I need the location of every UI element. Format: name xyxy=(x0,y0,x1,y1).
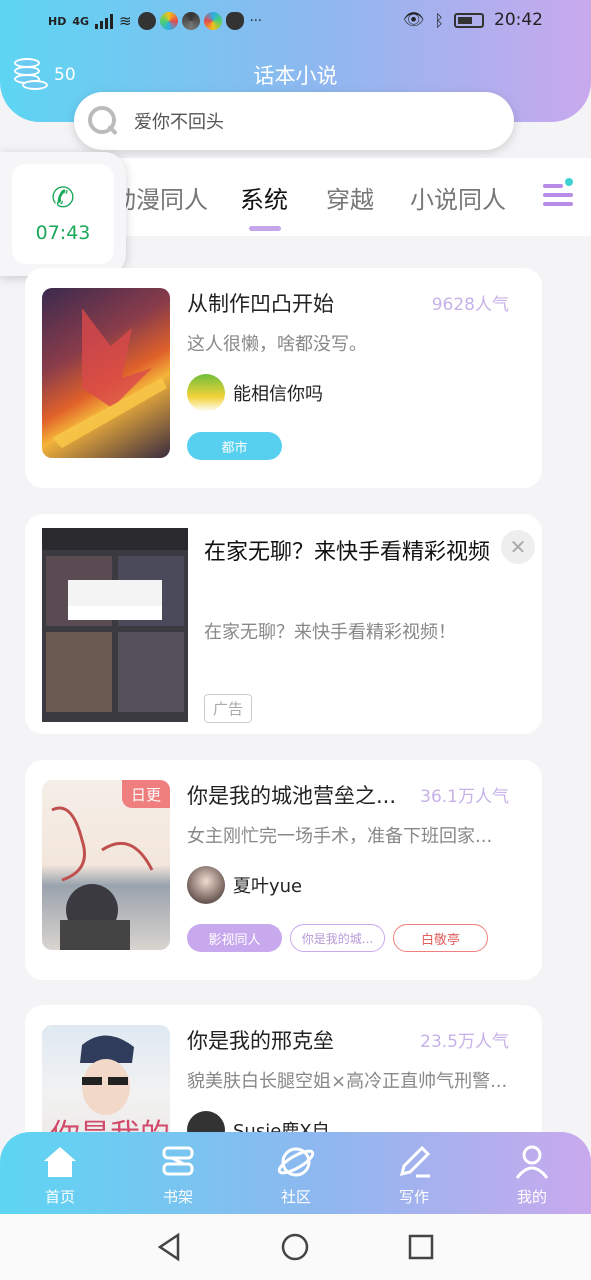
tab-time-travel[interactable]: 穿越 xyxy=(326,180,374,215)
clock: 20:42 xyxy=(494,10,543,30)
pen-icon xyxy=(399,1145,431,1178)
tag[interactable]: 都市 xyxy=(187,432,282,460)
tag[interactable]: 你是我的城... xyxy=(290,924,385,952)
ad-card[interactable]: 在家无聊？来快手看精彩视频 在家无聊？来快手看精彩视频！ 广告 ✕ xyxy=(25,514,542,734)
home-icon xyxy=(44,1147,76,1177)
book-title: 你是我的邢克垒 xyxy=(187,1029,334,1053)
book-card[interactable]: 从制作凹凸开始 9628人气 这人很懒，啥都没写。 能相信你吗 都市 xyxy=(25,268,542,488)
search-icon xyxy=(86,104,120,138)
app-notification-icons xyxy=(137,12,244,30)
home-circle-icon[interactable] xyxy=(280,1232,310,1262)
app-title: 话本小说 xyxy=(253,64,338,88)
search-placeholder: 爱你不回头 xyxy=(134,112,224,133)
book-card[interactable]: 日更 你是我的城池营垒之... 36.1万人气 女主刚忙完一场手术，准备下班回家… xyxy=(25,760,542,980)
book-title: 你是我的城池营垒之... xyxy=(187,784,397,808)
tab-novel-fanfic[interactable]: 小说同人 xyxy=(410,180,506,215)
nav-home-label: 首页 xyxy=(44,1188,75,1206)
status-bar: HD 4G ≋ ··· 👁 ᛒ 20:42 xyxy=(0,0,591,44)
hd-indicator: HD xyxy=(48,14,67,28)
search-bar[interactable]: 爱你不回头 xyxy=(74,92,514,150)
bluetooth-icon: ᛒ xyxy=(434,10,444,30)
book-popularity: 36.1万人气 xyxy=(420,787,509,807)
bookshelf-icon xyxy=(162,1146,194,1176)
close-icon[interactable]: ✕ xyxy=(501,530,535,564)
book-title: 从制作凹凸开始 xyxy=(187,292,334,316)
recents-icon[interactable] xyxy=(406,1232,436,1262)
phone-icon: ✆ xyxy=(51,181,75,214)
ad-title: 在家无聊？来快手看精彩视频 xyxy=(204,540,491,565)
book-description: 女主刚忙完一场手术，准备下班回家... xyxy=(187,826,493,847)
book-author[interactable]: 能相信你吗 xyxy=(187,374,323,412)
nav-profile[interactable]: 我的 xyxy=(487,1142,577,1207)
author-name: 能相信你吗 xyxy=(233,384,323,405)
system-navigation-bar xyxy=(0,1214,591,1280)
active-tab-indicator xyxy=(249,226,281,231)
floating-call-widget[interactable]: ✆ 07:43 xyxy=(0,152,126,276)
nav-writing-label: 写作 xyxy=(398,1188,429,1206)
tab-anime-fanfic[interactable]: 动漫同人 xyxy=(112,180,208,215)
book-description: 貌美肤白长腿空姐×高冷正直帅气刑警... xyxy=(187,1071,508,1092)
avatar xyxy=(187,374,225,412)
tag[interactable]: 影视同人 xyxy=(187,924,282,952)
tab-system[interactable]: 系统 xyxy=(240,180,288,215)
daily-update-badge: 日更 xyxy=(122,780,170,808)
book-tags: 都市 xyxy=(187,432,282,460)
ad-image xyxy=(42,528,188,722)
book-popularity: 9628人气 xyxy=(431,295,509,315)
wifi-icon: ≋ xyxy=(119,12,132,30)
book-tags: 影视同人 你是我的城... 白敬亭 xyxy=(187,924,488,952)
nav-community-label: 社区 xyxy=(280,1188,311,1206)
author-name: 夏叶yue xyxy=(233,876,303,897)
book-cover: 日更 xyxy=(42,780,170,950)
network-type: 4G xyxy=(72,14,90,28)
planet-icon xyxy=(277,1147,315,1177)
ad-label: 广告 xyxy=(204,694,253,723)
battery-icon xyxy=(454,12,484,28)
book-cover xyxy=(42,288,170,458)
category-menu-icon[interactable] xyxy=(543,178,573,212)
avatar xyxy=(187,866,225,904)
nav-profile-label: 我的 xyxy=(516,1188,547,1206)
book-author[interactable]: 夏叶yue xyxy=(187,866,302,904)
book-popularity: 23.5万人气 xyxy=(420,1032,509,1052)
book-description: 这人很懒，啥都没写。 xyxy=(187,334,367,355)
nav-community[interactable]: 社区 xyxy=(251,1142,341,1207)
nav-writing[interactable]: 写作 xyxy=(369,1142,459,1207)
eye-icon: 👁 xyxy=(402,10,425,30)
back-icon[interactable] xyxy=(154,1232,184,1262)
more-notifications: ··· xyxy=(249,13,263,29)
user-icon xyxy=(515,1145,549,1179)
nav-bookshelf[interactable]: 书架 xyxy=(133,1142,223,1207)
signal-icon xyxy=(95,13,114,29)
bottom-navigation: 首页 书架 社区 写作 我的 xyxy=(0,1132,591,1214)
nav-home[interactable]: 首页 xyxy=(15,1142,105,1207)
ad-description: 在家无聊？来快手看精彩视频！ xyxy=(204,622,456,643)
nav-bookshelf-label: 书架 xyxy=(162,1188,193,1206)
call-duration: 07:43 xyxy=(35,222,91,244)
tag[interactable]: 白敬亭 xyxy=(393,924,488,952)
